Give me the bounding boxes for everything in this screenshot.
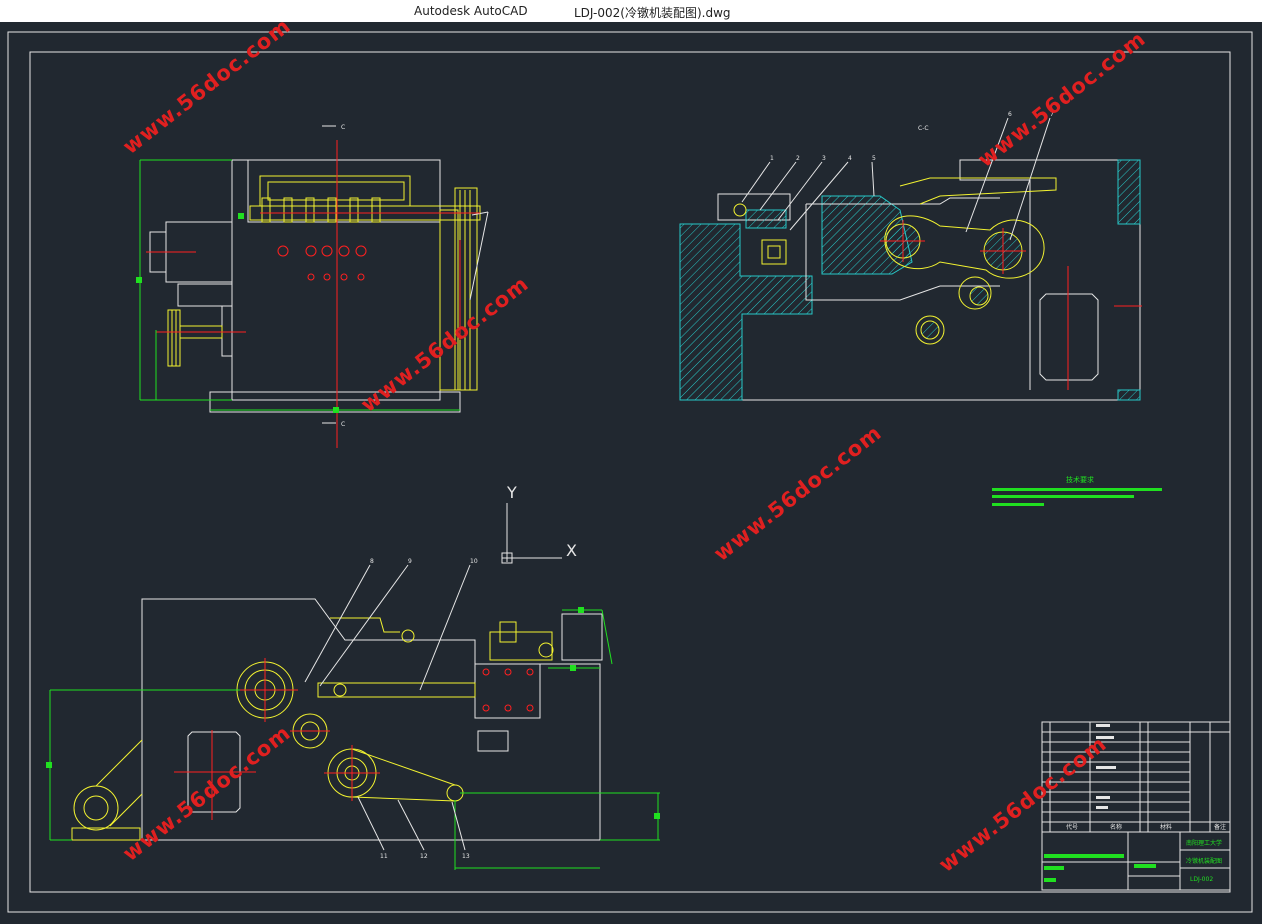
front-view: C C bbox=[136, 124, 489, 448]
ucs-y-label: Y bbox=[506, 483, 517, 502]
balloon-13: 13 bbox=[462, 853, 470, 860]
balloon-12: 12 bbox=[420, 853, 428, 860]
technical-requirements: 技术要求 bbox=[992, 475, 1162, 506]
watermark-2: www.56doc.com bbox=[973, 26, 1150, 172]
balloon-5: 5 bbox=[872, 155, 876, 162]
drawing-name: 冷镦机装配图 bbox=[1186, 857, 1222, 865]
cut-marker-bottom: C bbox=[341, 421, 345, 428]
ucs-icon: Y X bbox=[501, 483, 577, 564]
watermarks: www.56doc.com www.56doc.com www.56doc.co… bbox=[118, 13, 1150, 877]
balloon-2: 2 bbox=[796, 155, 800, 162]
balloon-3: 3 bbox=[822, 155, 826, 162]
balloon-6: 6 bbox=[1008, 111, 1012, 118]
balloon-8: 8 bbox=[370, 558, 374, 565]
col-material: 材料 bbox=[1160, 823, 1172, 831]
section-label: C-C bbox=[918, 125, 929, 132]
window-titlebar: Autodesk AutoCAD LDJ-002(冷镦机装配图).dwg bbox=[0, 0, 1262, 22]
app-title: Autodesk AutoCAD bbox=[414, 4, 528, 18]
watermark-3: www.56doc.com bbox=[356, 271, 533, 417]
watermark-5: www.56doc.com bbox=[118, 720, 295, 866]
tech-req-title: 技术要求 bbox=[1066, 475, 1094, 484]
cut-marker-top: C bbox=[341, 124, 345, 131]
balloon-10: 10 bbox=[470, 558, 478, 565]
balloon-11: 11 bbox=[380, 853, 388, 860]
watermark-1: www.56doc.com bbox=[118, 22, 295, 159]
balloon-9: 9 bbox=[408, 558, 412, 565]
drawing-svg[interactable]: C C C-C 1 2 3 4 5 6 7 技术要求 Y X 8 9 10 11… bbox=[0, 13, 1262, 920]
section-view-c-c: C-C 1 2 3 4 5 6 7 bbox=[679, 111, 1142, 401]
drawing-canvas[interactable]: C C C-C 1 2 3 4 5 6 7 技术要求 Y X 8 9 10 11… bbox=[0, 13, 1262, 920]
side-view: 8 9 10 11 12 13 bbox=[46, 558, 660, 870]
drawing-number: LDJ-002 bbox=[1190, 876, 1213, 883]
title-block: 代号 名称 材料 备注 南阳理工大学 冷镦机装配图 LDJ-002 bbox=[1041, 721, 1231, 891]
balloon-4: 4 bbox=[848, 155, 852, 162]
col-remark: 备注 bbox=[1214, 823, 1226, 831]
file-title: LDJ-002(冷镦机装配图).dwg bbox=[574, 6, 731, 20]
balloon-1: 1 bbox=[770, 155, 774, 162]
watermark-4: www.56doc.com bbox=[709, 420, 886, 566]
col-code: 代号 bbox=[1066, 823, 1078, 831]
school-name: 南阳理工大学 bbox=[1186, 839, 1222, 847]
ucs-x-label: X bbox=[566, 541, 577, 560]
col-name: 名称 bbox=[1110, 823, 1122, 831]
